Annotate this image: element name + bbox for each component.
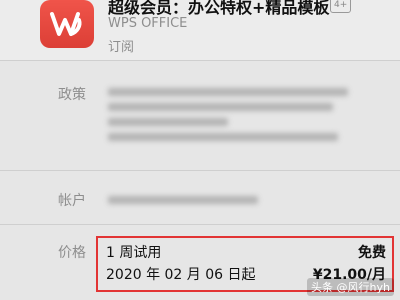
renewal-start-date: 2020 年 02 月 06 日起 xyxy=(106,267,256,283)
divider xyxy=(0,60,400,61)
trial-label: 1 周试用 xyxy=(106,245,162,261)
divider xyxy=(0,170,400,171)
subscription-type: 订阅 xyxy=(108,40,135,55)
policy-text-blurred xyxy=(108,86,358,146)
account-text-blurred xyxy=(108,194,268,209)
wps-logo-icon xyxy=(50,12,82,36)
age-rating-badge: 4+ xyxy=(330,0,352,13)
price-label: 价格 xyxy=(58,245,86,261)
watermark: 头条 @风行hyh xyxy=(307,278,394,296)
divider xyxy=(0,224,400,225)
policy-label: 政策 xyxy=(58,87,86,103)
app-icon xyxy=(40,0,94,48)
account-label: 帐户 xyxy=(58,193,86,209)
trial-price: 免费 xyxy=(358,245,386,261)
developer-name: WPS OFFICE xyxy=(108,16,188,31)
